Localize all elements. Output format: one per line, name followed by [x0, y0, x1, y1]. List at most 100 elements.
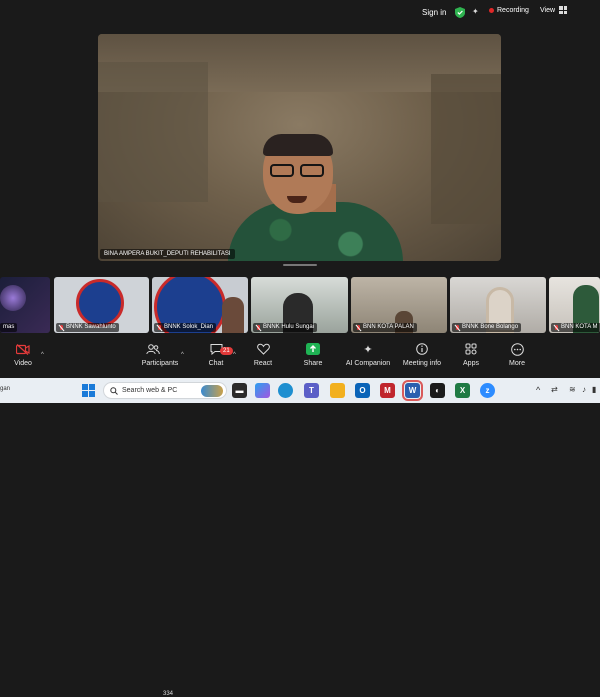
volume-icon[interactable]: ♪	[582, 385, 586, 394]
meeting-info-label: Meeting info	[402, 360, 442, 367]
grid-view-icon	[559, 6, 568, 14]
heart-icon	[255, 342, 271, 356]
share-button[interactable]: Share	[290, 342, 336, 376]
participant-thumbnail-strip: mas BNNK Sawahlunto BNNK Solok_Dian BNNK…	[0, 277, 600, 333]
participant-tile[interactable]: mas	[0, 277, 50, 333]
copilot-icon[interactable]	[255, 383, 270, 398]
excel-icon[interactable]: X	[455, 383, 470, 398]
share-screen-icon	[305, 342, 321, 356]
mic-muted-icon	[157, 324, 162, 331]
participant-name-label: BNNK Solok_Dian	[154, 323, 217, 332]
apps-icon	[463, 342, 479, 356]
ai-companion-label: AI Companion	[345, 360, 391, 367]
participant-name-label: BNNK Hulu Sungai	[253, 323, 318, 332]
search-icon	[110, 386, 118, 395]
windows-start-icon[interactable]	[82, 384, 95, 397]
chat-unread-badge: 21	[220, 347, 233, 355]
windows-taskbar: gan Search web & PC ▬ T O M W ◐ X z ^ ⇄ …	[0, 378, 600, 403]
participant-name: BNN KOTA PALAN	[363, 324, 414, 330]
info-icon	[414, 342, 430, 356]
outlook-icon[interactable]: O	[355, 383, 370, 398]
search-highlight-image	[201, 385, 223, 397]
search-placeholder: Search web & PC	[122, 387, 178, 394]
participant-tile[interactable]: BNN KOTA M	[549, 277, 600, 333]
chat-button[interactable]: Chat	[193, 342, 239, 376]
wifi-icon[interactable]: ≋	[569, 385, 576, 394]
mic-muted-icon	[455, 324, 460, 331]
speaker-hair	[263, 134, 333, 156]
battery-icon[interactable]: ▮	[592, 385, 596, 394]
file-explorer-icon[interactable]	[330, 383, 345, 398]
video-off-icon	[15, 342, 31, 356]
react-label: React	[253, 360, 273, 367]
mic-muted-icon	[256, 324, 261, 331]
mic-muted-icon	[356, 324, 361, 331]
participant-tile[interactable]: BNNK Solok_Dian	[152, 277, 248, 333]
tray-overflow-icon[interactable]: ^	[536, 385, 540, 395]
view-button[interactable]: View	[540, 6, 568, 14]
participants-options-caret-icon[interactable]: ^	[181, 352, 184, 358]
participants-count: 334	[163, 691, 174, 697]
view-label: View	[540, 6, 556, 14]
ai-sparkle-icon[interactable]: ✦	[472, 7, 479, 16]
recording-label: Recording	[497, 7, 529, 14]
participants-label: Participants	[141, 360, 179, 367]
participant-avatar	[0, 285, 26, 311]
meeting-controls-toolbar: Video ^ Participants 334 ^ Chat ^ React …	[0, 340, 600, 697]
video-button[interactable]: Video	[0, 342, 46, 376]
participant-name-label: BNN KOTA M	[551, 323, 600, 332]
participant-tile[interactable]: BNNK Sawahlunto	[54, 277, 149, 333]
resize-handle[interactable]	[283, 264, 317, 266]
mic-muted-icon	[59, 324, 64, 331]
participant-name-label: BNN KOTA PALAN	[353, 323, 417, 332]
taskbar-left-text: gan	[0, 386, 11, 392]
video-label: Video	[14, 360, 32, 367]
share-label: Share	[303, 360, 323, 367]
participants-button[interactable]: Participants	[132, 342, 188, 376]
participant-tile[interactable]: BNNK Hulu Sungai	[251, 277, 348, 333]
background-frame	[431, 74, 501, 224]
apps-label: Apps	[463, 360, 479, 367]
zoom-icon[interactable]: z	[480, 383, 495, 398]
participant-tile[interactable]: BNN KOTA PALAN	[351, 277, 447, 333]
more-label: More	[509, 360, 525, 367]
ai-sparkle-icon: ✦	[363, 343, 373, 356]
meeting-info-button[interactable]: Meeting info	[397, 342, 447, 376]
participants-icon	[145, 342, 161, 356]
participant-name-label: BNNK Bone Bolango	[452, 323, 522, 332]
active-speaker-video[interactable]: BINA AMPERA BUKIT_DEPUTI REHABILITASI	[98, 34, 501, 261]
video-options-caret-icon[interactable]: ^	[41, 352, 44, 358]
more-button[interactable]: More	[494, 342, 540, 376]
apps-button[interactable]: Apps	[448, 342, 494, 376]
security-shield-icon[interactable]	[455, 7, 465, 18]
edge-browser-icon[interactable]	[278, 383, 293, 398]
participant-person	[222, 297, 244, 333]
participant-name: BNNK Sawahlunto	[66, 324, 116, 330]
word-icon[interactable]: W	[402, 380, 423, 401]
ai-companion-button[interactable]: ✦ AI Companion	[340, 342, 396, 376]
teams-icon[interactable]: T	[304, 383, 319, 398]
more-icon	[509, 342, 525, 356]
recording-dot-icon	[489, 8, 494, 13]
recording-indicator[interactable]: Recording	[489, 7, 529, 14]
bnn-seal-logo	[76, 279, 124, 327]
taskbar-search-box[interactable]: Search web & PC	[103, 382, 227, 399]
mcafee-icon[interactable]: M	[380, 383, 395, 398]
app-icon[interactable]: ◐	[430, 383, 445, 398]
mic-muted-icon	[554, 324, 559, 331]
participant-name: mas	[3, 324, 15, 330]
participant-tile[interactable]: BNNK Bone Bolango	[450, 277, 546, 333]
participant-name: BNNK Solok_Dian	[164, 324, 214, 330]
participant-name-label: BNNK Sawahlunto	[56, 323, 119, 332]
participant-name: BNN KOTA M	[561, 324, 598, 330]
chat-options-caret-icon[interactable]: ^	[233, 352, 236, 358]
task-view-icon[interactable]: ▬	[232, 383, 247, 398]
chat-label: Chat	[208, 360, 224, 367]
participant-name: BNNK Hulu Sungai	[263, 324, 315, 330]
background-frame	[98, 62, 208, 202]
sync-icon[interactable]: ⇄	[551, 385, 558, 394]
participant-name: BNNK Bone Bolango	[462, 324, 519, 330]
participant-name-label: mas	[0, 323, 18, 332]
sign-in-button[interactable]: Sign in	[414, 4, 454, 22]
react-button[interactable]: React	[240, 342, 286, 376]
